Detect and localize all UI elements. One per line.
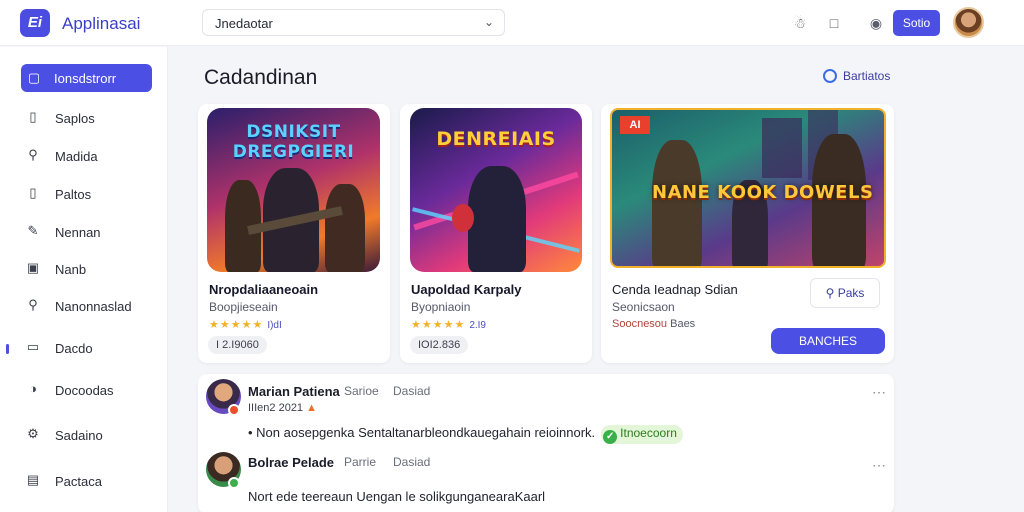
sidebar-item-label: Saplos <box>55 111 95 126</box>
post-time-text: IIIen2 2021 <box>248 402 304 414</box>
post-tag-label: Itnoecoorn <box>620 426 677 440</box>
card-subtitle: Seonicsaon <box>612 300 675 314</box>
active-marker <box>6 344 9 354</box>
art-title: NANE KOOK DOWELS <box>652 182 874 203</box>
doc-icon: ▤ <box>26 472 40 487</box>
sidebar: ▢ Ionsdstrorr ▯ Saplos ⚲ Madida ▯ Paltos… <box>0 47 168 512</box>
sidebar-item-5[interactable]: ▣ Nanb <box>22 256 152 282</box>
file-icon: ▯ <box>29 109 37 124</box>
game-card[interactable]: DENREIAIS Uapoldad Karpaly Byopniaoin ★★… <box>400 104 592 363</box>
download-chip: I 2.I9060 <box>208 336 267 354</box>
top-action-button[interactable]: Sotio <box>893 10 940 36</box>
status-badge <box>228 477 240 489</box>
avatar[interactable] <box>953 7 984 38</box>
post-time: IIIen2 2021 ▲ <box>248 402 317 414</box>
app-logo[interactable]: Ei <box>20 9 50 37</box>
status-badge <box>228 404 240 416</box>
sidebar-item-label: Nanonnaslad <box>55 299 132 314</box>
game-artwork: AI NANE KOOK DOWELS <box>610 108 886 268</box>
user-icon: ⚲ <box>28 147 38 162</box>
sidebar-item-6[interactable]: ⚲ Nanonnaslad <box>22 293 152 319</box>
secondary-action-label: Paks <box>837 286 865 300</box>
game-card[interactable]: DSNIKSIT DREGPGIERI Nropdaliaaneoain Boo… <box>198 104 390 363</box>
post-author[interactable]: Bolrae Pelade <box>248 455 334 470</box>
sidebar-item-label: Docoodas <box>55 383 114 398</box>
sidebar-item-1[interactable]: ▯ Saplos <box>22 105 152 131</box>
sidebar-item-label: Sadaino <box>55 428 103 443</box>
more-options-icon[interactable]: ⋯ <box>872 457 887 474</box>
top-bar: Ei Applinasai Jnedaotar ⌄ ☃ □ ◉ Sotio <box>0 0 1024 46</box>
art-title: DSNIKSIT DREGPGIERI <box>232 122 355 162</box>
rating-text: I)dI <box>267 320 282 331</box>
post-author[interactable]: Marian Patiena <box>248 384 340 399</box>
sidebar-item-10[interactable]: ▤ Pactaca <box>22 468 152 494</box>
card-title: Nropdaliaaneoain <box>209 282 319 297</box>
status-meta: Baes <box>670 318 696 330</box>
rating-stars: ★★★★★ I)dI <box>209 319 282 331</box>
card-title: Uapoldad Karpaly <box>411 282 522 297</box>
square-icon: ▢ <box>27 70 41 85</box>
fire-icon: ▲ <box>306 402 318 414</box>
settings-label: Bartiatos <box>843 69 891 83</box>
sidebar-item-label: Nennan <box>55 225 101 240</box>
sidebar-item-label: Madida <box>55 149 98 164</box>
status-text: Soocnesou Baes <box>612 318 695 330</box>
sidebar-item-8[interactable]: ◑ Docoodas <box>22 377 152 403</box>
sidebar-item-4[interactable]: ✎ Nennan <box>22 219 152 245</box>
sidebar-item-9[interactable]: ⚙ Sadaino <box>22 422 152 448</box>
page-title: Cadandinan <box>204 66 318 89</box>
post-tag: ✓ Itnoecoorn <box>601 425 683 444</box>
sidebar-item-3[interactable]: ▯ Paltos <box>22 181 152 207</box>
chevron-down-icon: ⌄ <box>483 15 494 29</box>
sidebar-item-label: Dacdo <box>55 341 93 356</box>
search-icon: ⚲ <box>825 286 835 300</box>
secondary-action-button[interactable]: ⚲ Paks <box>810 278 880 308</box>
sidebar-item-label: Paltos <box>55 187 92 202</box>
settings-link[interactable]: Bartiatos <box>823 69 890 83</box>
more-options-icon[interactable]: ⋯ <box>872 384 887 401</box>
search-value: Jnedaotar <box>215 16 273 31</box>
sidebar-item-label: Pactaca <box>55 474 102 489</box>
search-icon: ⚲ <box>28 297 38 312</box>
sidebar-item-label: Nanb <box>55 262 87 277</box>
download-chip: IOI2.836 <box>410 336 469 354</box>
card-subtitle: Byopniaoin <box>411 300 471 314</box>
sidebar-item-label: Ionsdstrorr <box>54 71 117 86</box>
post-body: Nort ede teereaun Uengan le solikgungane… <box>248 489 546 504</box>
pen-icon: ✎ <box>27 223 39 238</box>
globe-icon: ◑ <box>29 381 37 396</box>
app-title: Applinasai <box>62 14 141 33</box>
post-meta: Dasiad <box>393 455 431 469</box>
featured-game-card[interactable]: AI NANE KOOK DOWELS Cenda Ieadnap Sdian … <box>601 104 894 363</box>
post-text: • Non aosepgenka Sentaltanarbleondkauega… <box>248 425 683 444</box>
image-icon: ▣ <box>26 260 40 275</box>
rating-stars: ★★★★★ 2.I9 <box>411 319 486 331</box>
card-title: Cenda Ieadnap Sdian <box>612 282 738 297</box>
post-meta: Dasiad <box>393 384 431 398</box>
rating-text: 2.I9 <box>469 320 486 331</box>
sidebar-item-7[interactable]: ▭ Dacdo <box>22 335 152 361</box>
search-select[interactable]: Jnedaotar ⌄ <box>202 9 505 36</box>
sidebar-item-0[interactable]: ▢ Ionsdstrorr <box>21 64 152 92</box>
clipboard-icon[interactable]: □ <box>824 13 844 33</box>
activity-feed: Marian Patiena Sarioe Dasiad IIIen2 2021… <box>198 374 894 512</box>
primary-action-button[interactable]: BANCHES <box>771 328 885 354</box>
circle-user-icon[interactable]: ◉ <box>866 13 886 33</box>
gear-icon: ⚙ <box>27 426 39 441</box>
art-badge: AI <box>620 116 650 134</box>
bell-icon[interactable]: ☃ <box>790 13 810 33</box>
post-meta: Parrie <box>344 455 377 469</box>
art-title: DENREIAIS <box>436 128 556 150</box>
sidebar-item-2[interactable]: ⚲ Madida <box>22 143 152 169</box>
game-artwork: DENREIAIS <box>410 108 582 272</box>
status-label: Soocnesou <box>612 318 668 330</box>
post-meta: Sarioe <box>344 384 379 398</box>
card-subtitle: Boopjieseain <box>209 300 278 314</box>
post-body: Non aosepgenka Sentaltanarbleondkauegaha… <box>256 425 596 440</box>
chat-icon: ▭ <box>26 339 40 354</box>
phone-icon: ▯ <box>29 185 37 200</box>
check-icon: ✓ <box>603 430 618 444</box>
settings-icon <box>823 69 837 83</box>
game-artwork: DSNIKSIT DREGPGIERI <box>207 108 380 272</box>
